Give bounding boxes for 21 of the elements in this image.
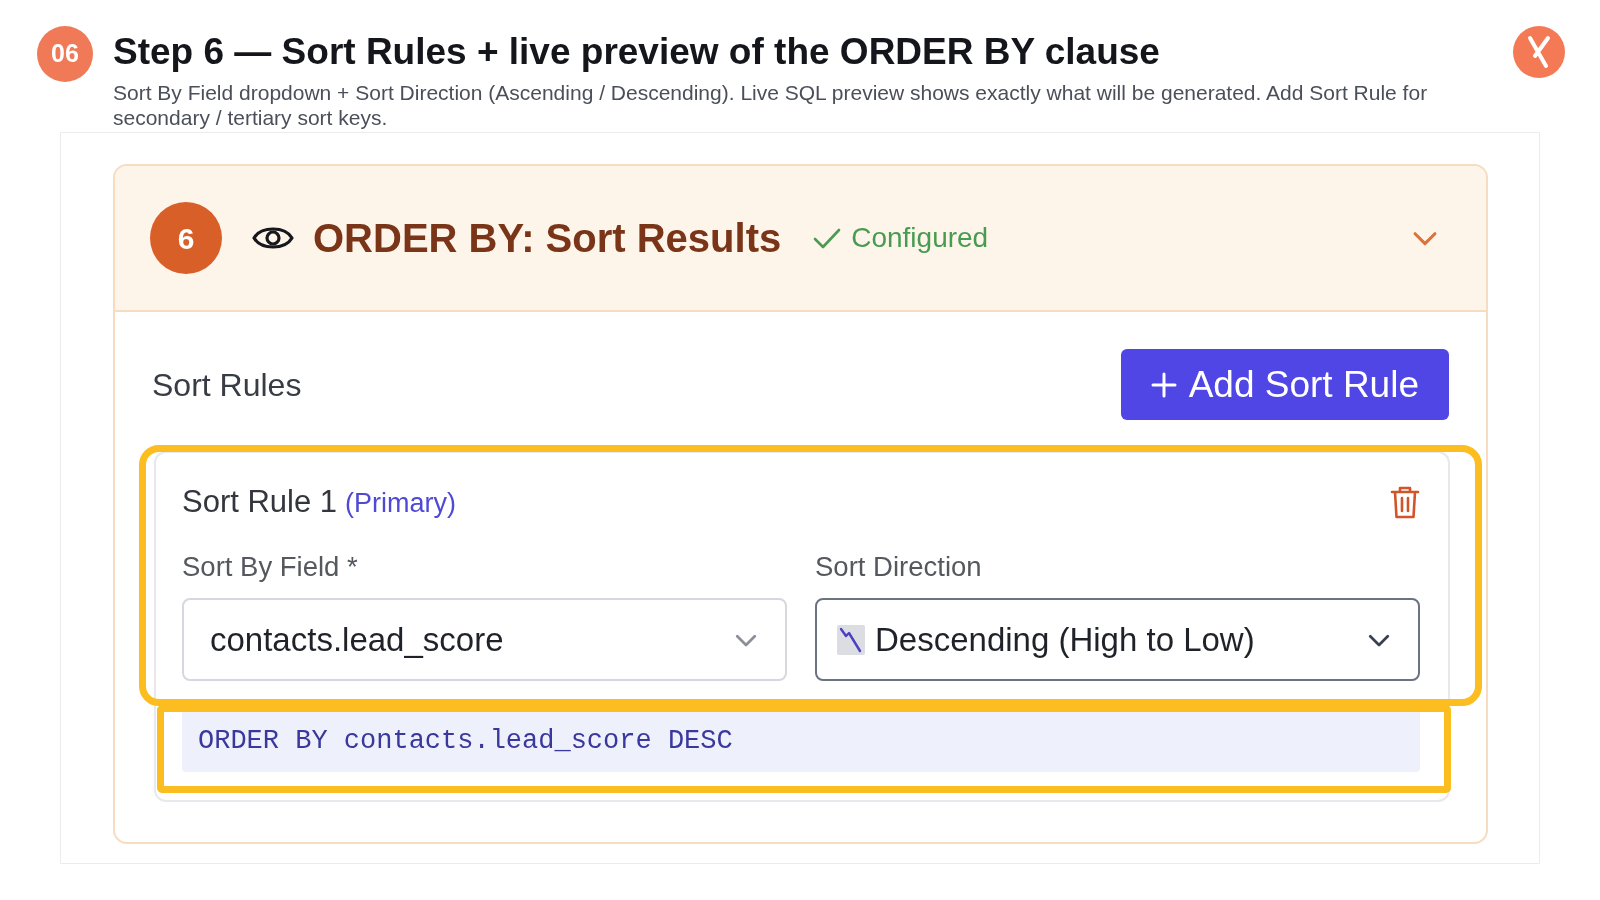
select-field[interactable]: Descending (High to Low) (815, 598, 1420, 681)
field-label: Sort Direction (815, 550, 982, 584)
page-description: Sort By Field dropdown + Sort Direction (Ascending / Descending). Live SQL preview shows exactly what will be generated. Add Sort Rule for secondary / tertiary sort keys. (113, 80, 1429, 130)
accordion-header[interactable]: 6 ORDER BY: Sort Results Configured (115, 166, 1486, 312)
step-number-badge: 6 (150, 202, 222, 274)
section-title: ORDER BY: Sort Results (313, 215, 782, 262)
plus-icon (1150, 371, 1177, 398)
page-title: Step 6 — Sort Rules + live preview of the ORDER BY clause (113, 30, 1160, 74)
rule-tag: (Primary) (345, 482, 457, 524)
check-icon (813, 227, 842, 249)
sql-preview: ORDER BY contacts.lead_score DESC (182, 710, 1420, 772)
status-text: Configured (851, 221, 989, 255)
rule-title: Sort Rule 1 (182, 482, 338, 521)
chart-decreasing-icon (837, 624, 865, 655)
step-badge: 06 (37, 26, 93, 82)
select-field[interactable]: contacts.lead_score (182, 598, 787, 681)
logo-icon (1513, 26, 1565, 78)
trash-icon[interactable] (1390, 485, 1420, 519)
field-label: Sort By Field * (182, 550, 358, 584)
add-sort-rule-button[interactable]: Add Sort Rule (1120, 349, 1449, 420)
sort-rules-label: Sort Rules (152, 365, 302, 405)
